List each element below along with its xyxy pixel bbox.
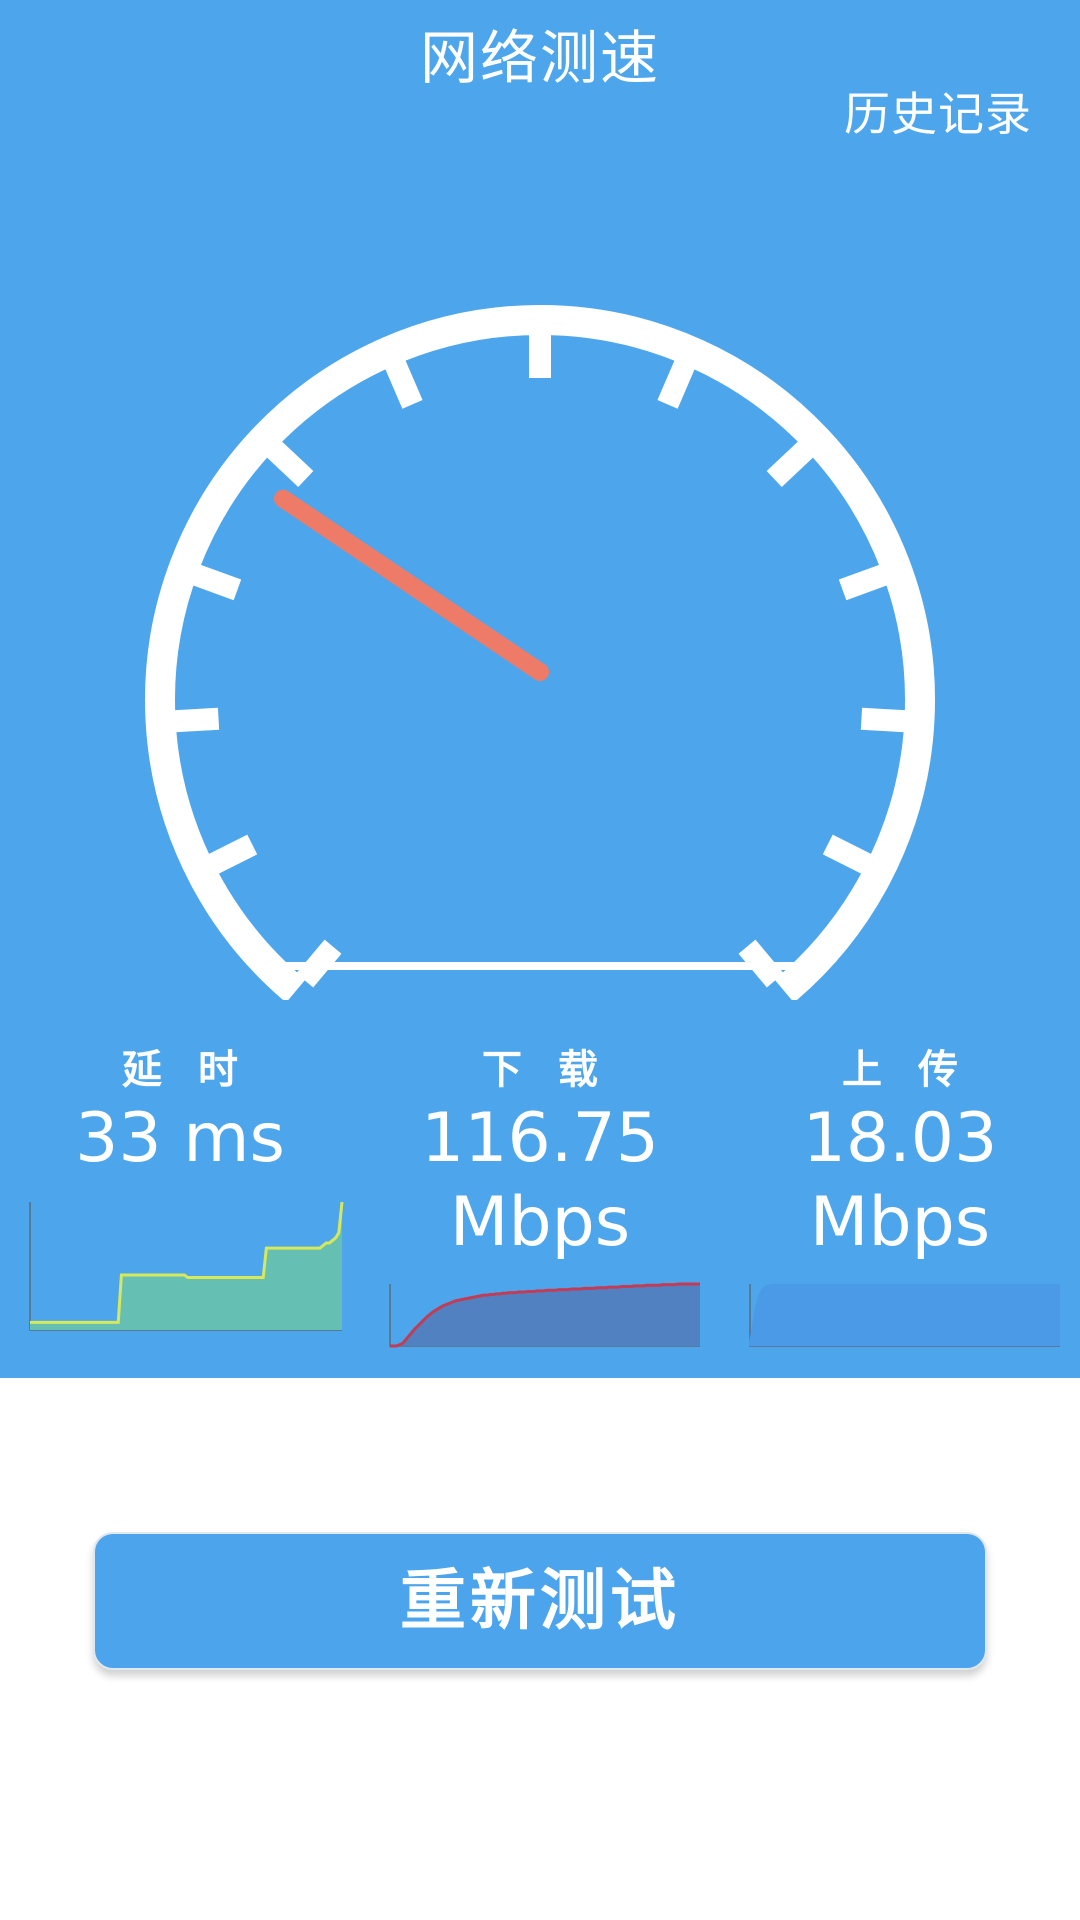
latency-value: 33 ms [75,1099,285,1178]
download-value: 116.75 [421,1099,659,1178]
retest-button[interactable]: 重新测试 [93,1532,987,1670]
speed-panel: 网络测速 历史记录 延时 33 ms 下载 116.75 Mbps 上传 18.… [0,0,1080,1378]
latency-sparkline [29,1201,344,1331]
download-unit: Mbps [449,1183,631,1262]
sparkline-area [390,1284,700,1346]
gauge-tick [860,707,907,733]
download-label: 下载 [482,1047,634,1093]
download-sparkline [389,1282,700,1348]
gauge-tick [766,440,814,488]
upload-value: 18.03 [802,1099,998,1178]
gauge-tick [192,564,242,601]
gauge-tick [822,834,873,875]
gauge-tick [838,564,888,601]
gauge-tick [657,359,696,409]
latency-label: 延时 [122,1047,274,1093]
gauge-tick [384,359,423,409]
upload-unit: Mbps [809,1183,991,1262]
speed-gauge [145,305,935,1000]
sparkline-area [30,1202,342,1330]
gauge-tick [173,707,220,733]
gauge-arc [145,305,935,1000]
sparkline-area [750,1285,1060,1346]
upload-label: 上传 [842,1047,994,1093]
gauge-needle [273,489,549,681]
upload-sparkline [748,1283,1060,1347]
gauge-ring [145,305,935,1000]
gauge-tick [207,834,258,875]
gauge-tick [266,440,314,488]
